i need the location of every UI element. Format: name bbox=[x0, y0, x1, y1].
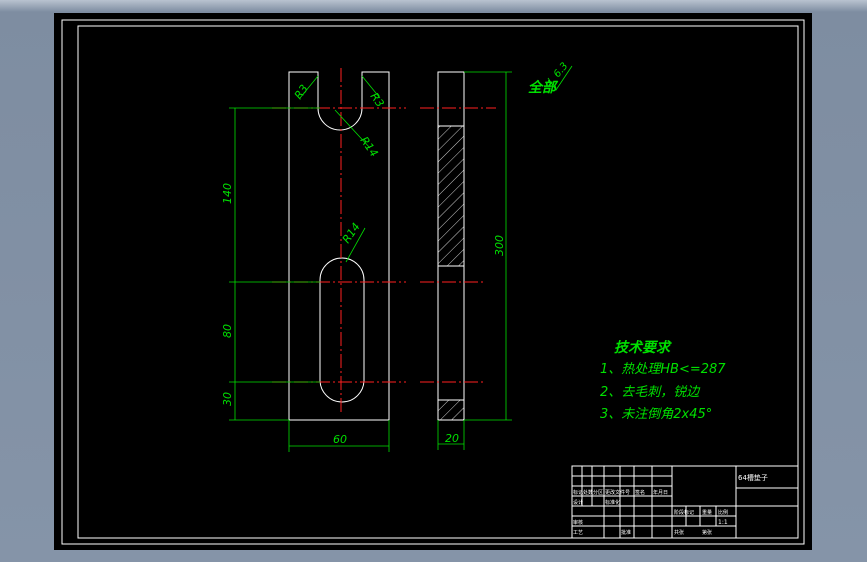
tb-label-stage: 阶段标记 bbox=[674, 509, 694, 516]
svg-text:6.3: 6.3 bbox=[552, 61, 571, 80]
tb-label-mark: 标记 bbox=[573, 489, 583, 496]
dim-thickness-20: 20 bbox=[445, 432, 459, 445]
front-dimensions bbox=[229, 75, 390, 452]
part-name: 64槽垫子 bbox=[738, 473, 768, 482]
drawing-canvas: R3 R3 R14 R14 140 80 30 60 300 20 全部 6.3… bbox=[61, 19, 805, 545]
tb-label-date: 年月日 bbox=[653, 489, 668, 496]
dim-height-300: 300 bbox=[493, 235, 506, 256]
tb-label-standard: 标准化 bbox=[605, 499, 620, 506]
dim-140: 140 bbox=[221, 183, 234, 204]
dim-r14-mid: R14 bbox=[340, 221, 363, 246]
dim-30: 30 bbox=[221, 392, 234, 406]
tb-label-scale: 比例 bbox=[718, 509, 728, 516]
tb-label-process: 工艺 bbox=[573, 530, 583, 536]
front-view bbox=[272, 68, 406, 421]
dim-80: 80 bbox=[221, 324, 234, 338]
tb-label-zone: 分区 bbox=[593, 489, 603, 496]
note-item-3: 3、未注倒角2x45° bbox=[600, 407, 712, 422]
tb-label-count: 处数 bbox=[583, 489, 593, 496]
tb-label-signature: 签名 bbox=[635, 489, 645, 496]
tb-label-approve: 批准 bbox=[621, 529, 631, 536]
tb-label-sheet-no: 第张 bbox=[702, 529, 712, 536]
dim-r3-left: R3 bbox=[292, 82, 311, 101]
tb-label-change-doc: 更改文件号 bbox=[605, 489, 630, 496]
dim-r3-right: R3 bbox=[368, 90, 387, 109]
tb-label-design: 设计 bbox=[573, 499, 583, 506]
tb-label-review: 审核 bbox=[573, 519, 583, 526]
tb-label-total-sheets: 共张 bbox=[674, 529, 684, 536]
tb-label-weight: 重量 bbox=[702, 509, 712, 516]
note-item-1: 1、热处理HB<=287 bbox=[600, 362, 726, 377]
side-view bbox=[420, 71, 512, 450]
tb-scale-value: 1:1 bbox=[718, 519, 728, 526]
dim-width-60: 60 bbox=[333, 433, 347, 446]
note-item-2: 2、去毛刺，锐边 bbox=[600, 385, 701, 400]
notes-title: 技术要求 bbox=[614, 339, 672, 356]
roughness-symbol: 全部 6.3 bbox=[528, 61, 573, 96]
